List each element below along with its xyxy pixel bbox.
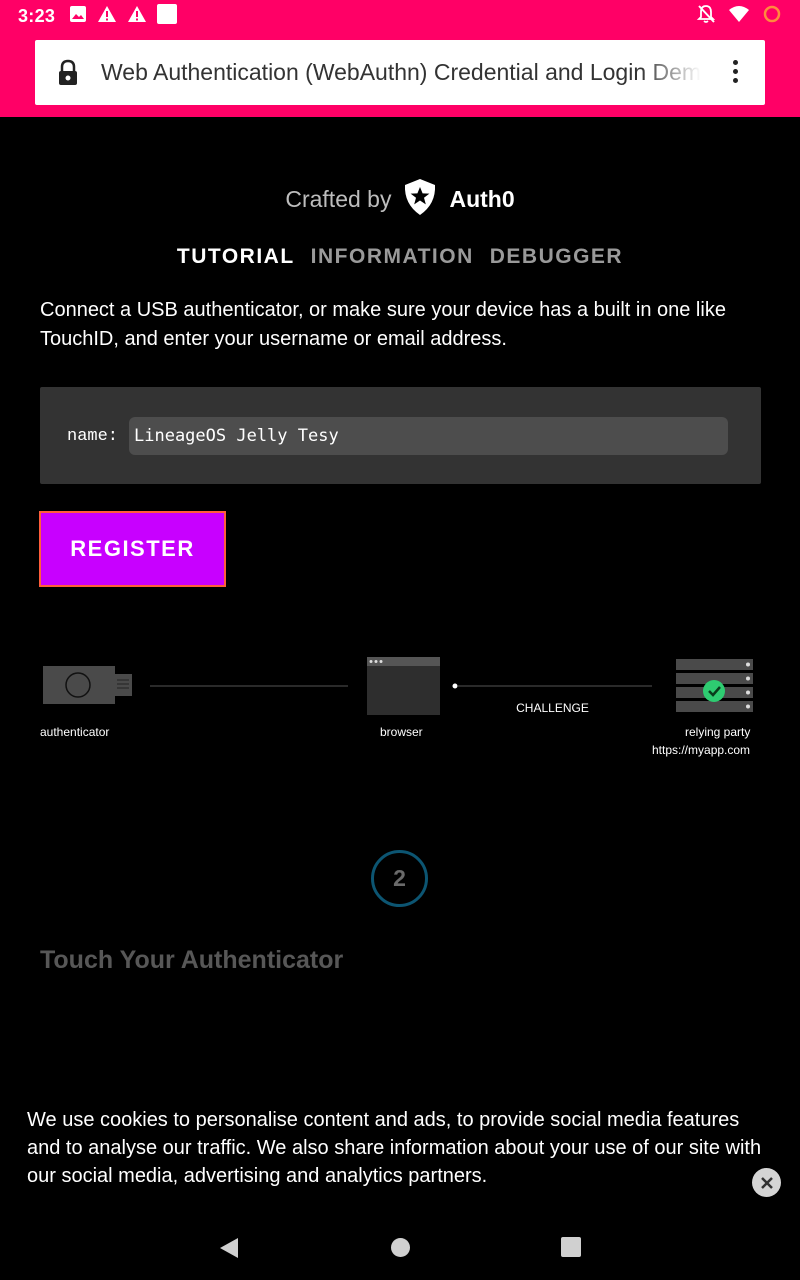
tab-tutorial[interactable]: TUTORIAL <box>177 245 295 269</box>
relying-party-label: relying party <box>685 725 751 739</box>
nav-tabs: TUTORIAL INFORMATION DEBUGGER <box>0 245 800 269</box>
url-bar[interactable]: Web Authentication (WebAuthn) Credential… <box>35 40 765 105</box>
tab-debugger[interactable]: DEBUGGER <box>490 245 623 269</box>
browser-label: browser <box>380 725 423 739</box>
close-icon <box>760 1176 773 1189</box>
cookie-text: We use cookies to personalise content an… <box>27 1109 762 1187</box>
cookie-close-button[interactable] <box>752 1168 781 1197</box>
browser-toolbar: Web Authentication (WebAuthn) Credential… <box>0 32 800 117</box>
browser-window-icon <box>367 657 440 715</box>
register-button[interactable]: REGISTER <box>39 511 226 587</box>
alert-icon <box>127 5 147 28</box>
system-nav-bar <box>0 1215 800 1280</box>
step-title: Touch Your Authenticator <box>40 946 344 974</box>
image-icon <box>69 5 87 28</box>
alert-icon <box>97 5 117 28</box>
webauthn-diagram: authenticator browser CHALLENGE relying … <box>0 640 800 780</box>
authenticator-label: authenticator <box>40 725 110 739</box>
challenge-dot <box>452 683 458 689</box>
bell-off-icon <box>696 4 716 29</box>
name-label: name: <box>67 427 119 446</box>
name-form: name: <box>40 387 761 484</box>
cookie-banner: We use cookies to personalise content an… <box>0 1090 800 1210</box>
home-icon[interactable] <box>390 1237 411 1263</box>
name-input[interactable] <box>129 417 728 455</box>
overflow-menu-icon[interactable] <box>733 60 739 83</box>
authenticator-icon <box>43 666 132 704</box>
crafted-by-header: Crafted by Auth0 <box>0 178 800 221</box>
status-bar: 3:23 <box>0 0 800 32</box>
challenge-label: CHALLENGE <box>516 701 589 715</box>
tab-information[interactable]: INFORMATION <box>311 245 474 269</box>
lock-icon[interactable] <box>35 59 101 87</box>
auth0-brand[interactable]: Auth0 <box>449 186 514 213</box>
instructions-text: Connect a USB authenticator, or make sur… <box>40 299 726 350</box>
step-number-badge: 2 <box>371 850 428 907</box>
status-time: 3:23 <box>18 5 56 26</box>
battery-ring-icon <box>762 4 782 29</box>
recents-icon[interactable] <box>561 1237 581 1262</box>
square-icon <box>157 3 178 29</box>
relying-party-url: https://myapp.com <box>652 743 751 757</box>
check-circle-icon <box>703 680 725 702</box>
page-title[interactable]: Web Authentication (WebAuthn) Credential… <box>101 59 701 86</box>
crafted-by-text: Crafted by <box>285 186 392 212</box>
auth0-shield-icon[interactable] <box>403 178 437 221</box>
wifi-icon <box>728 5 750 28</box>
back-icon[interactable] <box>219 1237 239 1264</box>
